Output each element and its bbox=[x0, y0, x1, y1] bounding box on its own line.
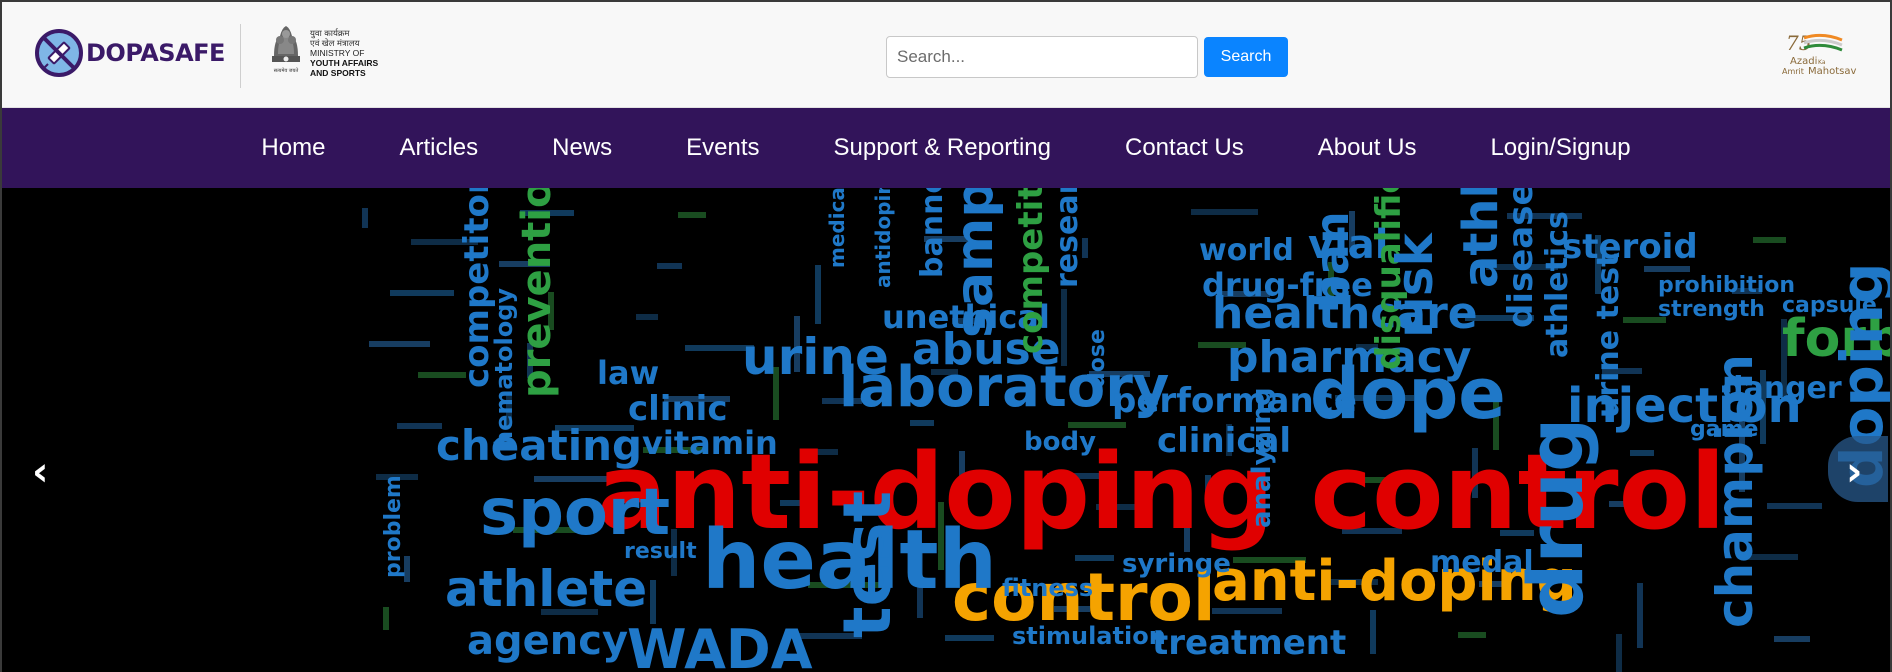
anti-doping-word-cloud-image: anti-doping controlcontrolanti-dopinghea… bbox=[362, 188, 1890, 672]
carousel-prev-button[interactable]: ‹ bbox=[32, 452, 48, 492]
nav-login-signup[interactable]: Login/Signup bbox=[1490, 134, 1630, 162]
brand-name: DOPASAFE bbox=[86, 39, 225, 67]
word-cloud-word: world bbox=[1199, 233, 1294, 268]
word-cloud-word: medication bbox=[825, 188, 849, 268]
ministry-hindi-line1: युवा कार्यक्रम bbox=[310, 28, 350, 38]
word-cloud-word: hematology bbox=[490, 288, 518, 448]
word-cloud-word: test bbox=[829, 491, 906, 638]
word-cloud-word: athlete bbox=[445, 560, 647, 618]
word-cloud-word: result bbox=[624, 539, 697, 564]
word-cloud-filler bbox=[910, 420, 934, 426]
word-cloud-filler bbox=[390, 290, 454, 296]
word-cloud-filler bbox=[815, 265, 821, 324]
word-cloud-word: urine test bbox=[1591, 253, 1626, 418]
word-cloud-word: body bbox=[1024, 427, 1096, 457]
nav-news[interactable]: News bbox=[552, 134, 612, 162]
word-cloud-filler bbox=[678, 212, 706, 218]
ministry-logo[interactable]: सत्यमेव जयते युवा कार्यक्रम एवं खेल मंत्… bbox=[266, 20, 378, 82]
word-cloud-filler bbox=[383, 607, 389, 630]
word-cloud-word: clinic bbox=[628, 389, 727, 429]
dopasafe-logo[interactable]: DOPASAFE bbox=[34, 26, 225, 80]
word-cloud-word: treatment bbox=[1152, 623, 1346, 663]
word-cloud-filler bbox=[1370, 610, 1376, 654]
word-cloud-word: steroid bbox=[1562, 227, 1698, 267]
word-cloud-word: antidoping bbox=[871, 188, 895, 288]
ministry-en-line1: MINISTRY OF bbox=[310, 48, 365, 58]
search-input[interactable] bbox=[886, 36, 1198, 78]
header-divider bbox=[240, 24, 241, 88]
word-cloud-word: drug bbox=[1511, 418, 1600, 618]
word-cloud-word: agency bbox=[467, 618, 628, 664]
azadi-line2: Amrit bbox=[1782, 67, 1804, 76]
site-header: DOPASAFE सत्यमेव जयते युवा कार्यक्रम एवं… bbox=[2, 2, 1890, 108]
word-cloud-word: problem bbox=[381, 475, 406, 578]
nav-support-reporting[interactable]: Support & Reporting bbox=[834, 134, 1051, 162]
word-cloud-word: stimulation bbox=[1012, 622, 1166, 650]
word-cloud-word: prohibition bbox=[1658, 273, 1795, 298]
nav-contact-us[interactable]: Contact Us bbox=[1125, 134, 1244, 162]
word-cloud-word: champion bbox=[1706, 354, 1764, 628]
word-cloud-filler bbox=[1753, 237, 1786, 243]
ministry-text: युवा कार्यक्रम एवं खेल मंत्रालय MINISTRY… bbox=[310, 28, 378, 78]
word-cloud-filler bbox=[1637, 583, 1643, 648]
word-cloud-filler bbox=[1191, 209, 1258, 215]
word-cloud-filler bbox=[369, 341, 430, 347]
word-cloud-word: disease bbox=[1501, 188, 1541, 328]
carousel-next-button[interactable]: › bbox=[1846, 452, 1862, 492]
azadi-line3: Mahotsav bbox=[1808, 66, 1856, 77]
nav-events[interactable]: Events bbox=[686, 134, 759, 162]
word-cloud-word: dose bbox=[1085, 329, 1110, 388]
word-cloud-word: law bbox=[597, 354, 659, 392]
word-cloud-filler bbox=[636, 314, 658, 320]
word-cloud-word: urine bbox=[742, 328, 889, 386]
main-navbar: Home Articles News Events Support & Repo… bbox=[2, 108, 1890, 188]
word-cloud-word: sample bbox=[945, 188, 1005, 338]
word-cloud-word: vitamin bbox=[642, 424, 778, 462]
ministry-hindi-line2: एवं खेल मंत्रालय bbox=[310, 38, 360, 48]
search-button[interactable]: Search bbox=[1204, 37, 1288, 77]
word-cloud-word: banned bbox=[915, 188, 950, 278]
word-cloud-word: performance bbox=[1112, 381, 1357, 421]
nav-about-us[interactable]: About Us bbox=[1318, 134, 1417, 162]
word-cloud-word: cheating bbox=[436, 421, 642, 470]
word-cloud-word: ban bbox=[1305, 211, 1359, 308]
word-cloud-word: fitness bbox=[1002, 574, 1093, 602]
word-cloud-filler bbox=[1774, 636, 1810, 642]
azadi-ka: Ka bbox=[1818, 59, 1826, 66]
word-cloud-word: athletics bbox=[1540, 211, 1575, 358]
word-cloud-word: WADA bbox=[627, 618, 813, 672]
word-cloud-word: syringe bbox=[1122, 549, 1231, 579]
word-cloud-filler bbox=[1616, 634, 1622, 672]
word-cloud-filler bbox=[1767, 503, 1822, 509]
word-cloud-word: prevention bbox=[514, 188, 560, 398]
word-cloud-word: pharmacy bbox=[1227, 332, 1472, 383]
word-cloud-word: research bbox=[1050, 188, 1085, 288]
word-cloud-word: risk bbox=[1386, 231, 1444, 338]
word-cloud-word: analyzing bbox=[1247, 387, 1277, 528]
word-cloud-word: competitive bbox=[1011, 188, 1051, 354]
word-cloud-filler bbox=[362, 208, 368, 228]
ministry-en-line2: YOUTH AFFAIRS bbox=[310, 58, 379, 68]
nav-home[interactable]: Home bbox=[261, 134, 325, 162]
azadi-ka-amrit-mahotsav-logo[interactable]: 75 Azadi Ka Amrit Mahotsav bbox=[1782, 28, 1866, 84]
word-cloud-filler bbox=[657, 263, 682, 269]
browser-viewport: DOPASAFE सत्यमेव जयते युवा कार्यक्रम एवं… bbox=[0, 0, 1892, 672]
word-cloud-filler bbox=[1458, 632, 1486, 638]
word-cloud-word: strength bbox=[1658, 297, 1765, 322]
hero-carousel: anti-doping control control anti-doping hea… bbox=[2, 188, 1890, 672]
emblem-caption: सत्यमेव जयते bbox=[274, 67, 299, 74]
nav-articles[interactable]: Articles bbox=[399, 134, 478, 162]
national-emblem-icon: सत्यमेव जयते bbox=[272, 26, 300, 74]
ministry-en-line3: AND SPORTS bbox=[310, 68, 366, 78]
search-form: Search bbox=[886, 36, 1288, 78]
no-syringe-icon bbox=[35, 29, 83, 77]
